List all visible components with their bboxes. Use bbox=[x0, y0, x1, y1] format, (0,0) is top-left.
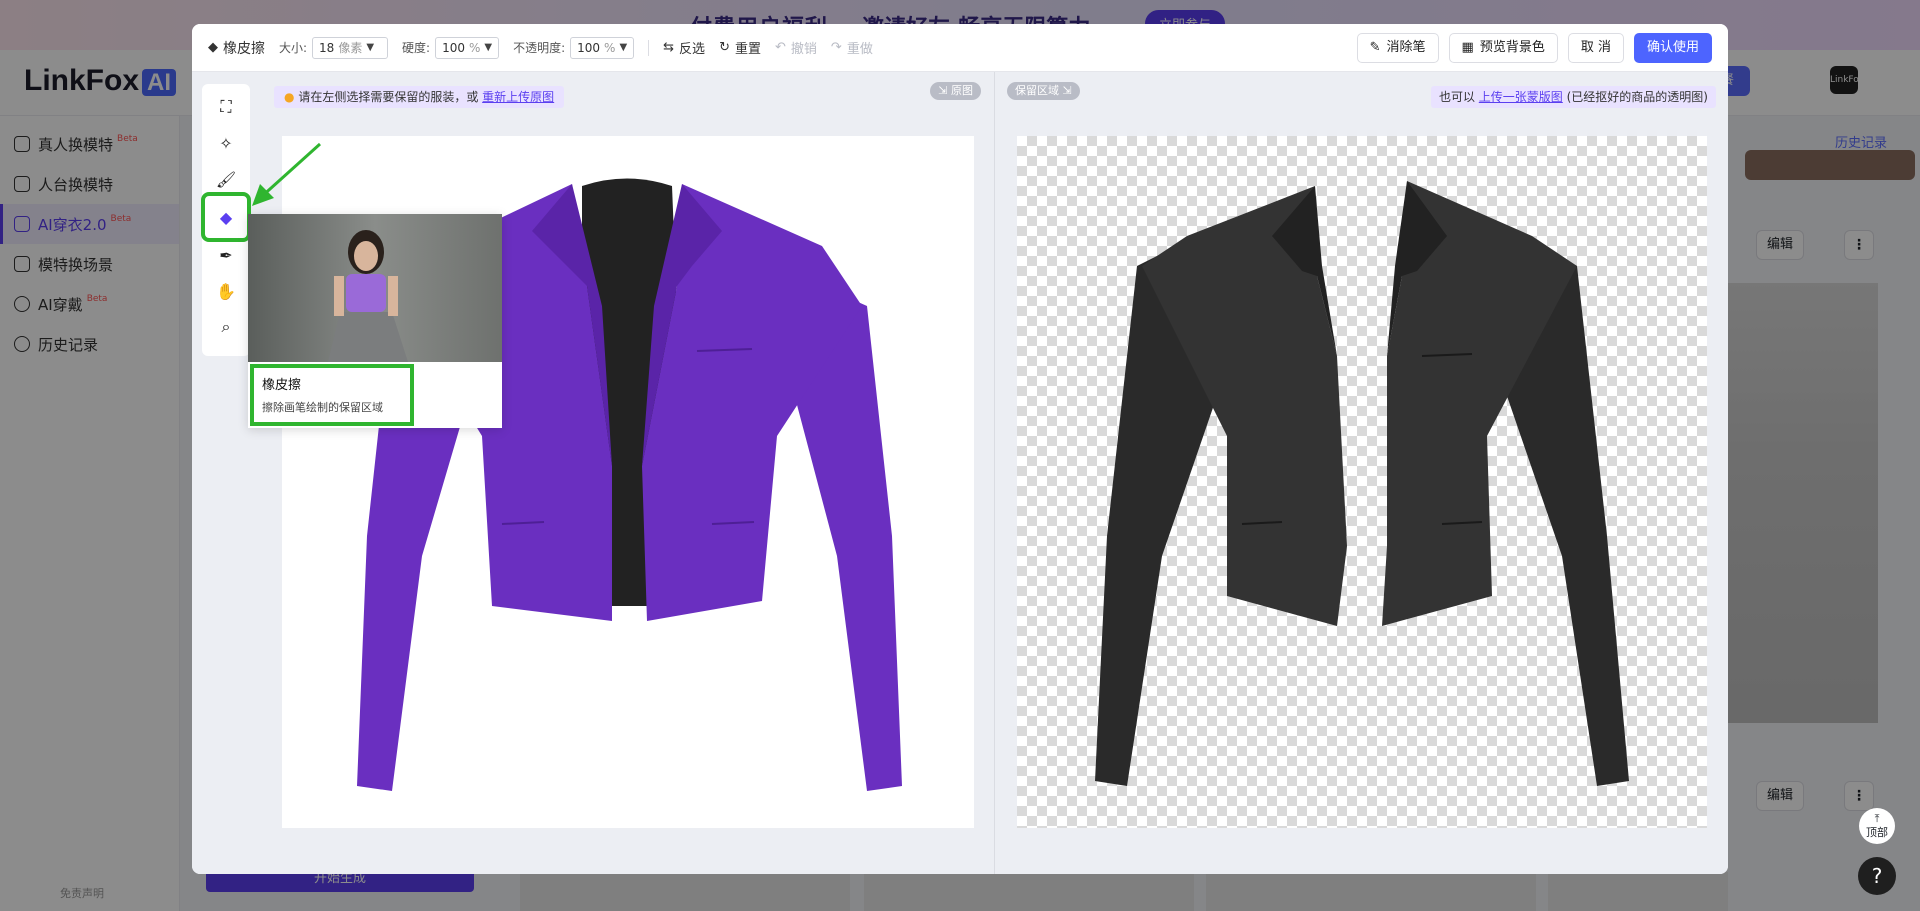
eraser-pen-icon: ✎ bbox=[1369, 40, 1381, 55]
opacity-value: 100 bbox=[577, 40, 601, 55]
magic-wand-icon[interactable]: ✧ bbox=[210, 128, 242, 158]
toolbar-actions: ✎ 消除笔 ▦ 预览背景色 取 消 确认使用 bbox=[1356, 33, 1712, 63]
hardness-control: 硬度: 100 % ▼ bbox=[402, 36, 500, 59]
tooltip-text-box: 橡皮擦 擦除画笔绘制的保留区域 bbox=[250, 364, 414, 426]
confirm-label: 确认使用 bbox=[1646, 40, 1699, 55]
back-to-top-button[interactable]: ⤒ 顶部 bbox=[1859, 808, 1895, 844]
swap-icon: ⇆ bbox=[663, 40, 675, 55]
reupload-link[interactable]: 重新上传原图 bbox=[482, 90, 554, 104]
select-subject-icon[interactable]: ⛶ bbox=[210, 92, 242, 122]
chevron-down-icon: ▼ bbox=[366, 42, 375, 53]
annotation-arrow-icon bbox=[252, 142, 322, 206]
reset-label: 重置 bbox=[734, 42, 761, 57]
opacity-select[interactable]: 100 % ▼ bbox=[570, 36, 635, 59]
eraser-icon: ◆ bbox=[208, 40, 218, 55]
size-unit: 像素 bbox=[338, 41, 363, 55]
black-jacket-cutout-image bbox=[1095, 181, 1629, 786]
editor-toolbar: ◆ 橡皮擦 大小: 18 像素 ▼ 硬度: 100 % ▼ 不透明度: 100 … bbox=[192, 24, 1728, 72]
confirm-button[interactable]: 确认使用 bbox=[1633, 33, 1712, 63]
remove-brush-button[interactable]: ✎ 消除笔 bbox=[1356, 33, 1439, 63]
mask-editor-modal: ◆ 橡皮擦 大小: 18 像素 ▼ 硬度: 100 % ▼ 不透明度: 100 … bbox=[192, 24, 1728, 874]
brush-icon[interactable]: 🖌 bbox=[210, 164, 242, 194]
chevron-down-icon: ▼ bbox=[484, 42, 493, 53]
left-hint: ● 请在左侧选择需要保留的服装，或 重新上传原图 bbox=[274, 86, 565, 108]
mask-pane: 保留区域 ⇲ 也可以 上传一张蒙版图 (已经抠好的商品的透明图) bbox=[994, 72, 1728, 874]
right-hint: 也可以 上传一张蒙版图 (已经抠好的商品的透明图) bbox=[1430, 86, 1716, 108]
right-hint-prefix: 也可以 bbox=[1438, 90, 1475, 104]
preview-bg-button[interactable]: ▦ 预览背景色 bbox=[1448, 33, 1558, 63]
right-hint-suffix: (已经抠好的商品的透明图) bbox=[1566, 90, 1708, 104]
invert-label: 反选 bbox=[679, 42, 706, 57]
zoom-icon[interactable]: ⌕ bbox=[210, 312, 242, 342]
original-tag[interactable]: ⇲ 原图 bbox=[930, 82, 981, 100]
hardness-unit: % bbox=[469, 40, 481, 55]
mask-canvas[interactable] bbox=[1017, 136, 1707, 828]
undo-label: 撤销 bbox=[790, 42, 817, 57]
eraser-icon[interactable]: ◆ bbox=[201, 192, 251, 242]
redo-icon: ↷ bbox=[830, 40, 842, 55]
hand-icon[interactable]: ✋ bbox=[210, 276, 242, 306]
keep-area-tag[interactable]: 保留区域 ⇲ bbox=[1007, 82, 1080, 100]
tool-tooltip: 橡皮擦 擦除画笔绘制的保留区域 bbox=[248, 214, 502, 428]
size-label: 大小: bbox=[279, 41, 308, 55]
invert-button[interactable]: ⇆ 反选 bbox=[663, 38, 705, 57]
chevron-down-icon: ▼ bbox=[619, 42, 628, 53]
opacity-label: 不透明度: bbox=[513, 41, 566, 55]
redo-label: 重做 bbox=[846, 42, 873, 57]
tooltip-description: 擦除画笔绘制的保留区域 bbox=[262, 401, 383, 414]
preview-bg-label: 预览背景色 bbox=[1479, 40, 1545, 55]
reset-button[interactable]: ↻ 重置 bbox=[719, 38, 761, 57]
hardness-select[interactable]: 100 % ▼ bbox=[435, 36, 500, 59]
refresh-icon: ↻ bbox=[719, 40, 730, 55]
original-pane: ● 请在左侧选择需要保留的服装，或 重新上传原图 ⇲ 原图 ⛶ ✧ 🖌 ◆ ✒ … bbox=[192, 72, 993, 874]
tooltip-example-image bbox=[248, 214, 502, 362]
hardness-value: 100 bbox=[442, 40, 465, 55]
left-hint-text: 请在左侧选择需要保留的服装，或 bbox=[298, 90, 479, 104]
opacity-control: 不透明度: 100 % ▼ bbox=[513, 36, 635, 59]
size-control: 大小: 18 像素 ▼ bbox=[279, 36, 389, 59]
keep-area-tag-label: 保留区域 bbox=[1015, 84, 1059, 97]
hardness-label: 硬度: bbox=[402, 41, 431, 55]
undo-button[interactable]: ↶ 撤销 bbox=[775, 38, 817, 57]
help-button[interactable]: ? bbox=[1858, 857, 1896, 895]
collapse-icon: ⇲ bbox=[938, 84, 951, 97]
expand-icon: ⇲ bbox=[1059, 84, 1072, 97]
pen-icon[interactable]: ✒ bbox=[210, 240, 242, 270]
cancel-label: 取 消 bbox=[1580, 40, 1611, 55]
size-value: 18 bbox=[319, 40, 335, 55]
tooltip-title: 橡皮擦 bbox=[262, 378, 302, 393]
checker-icon: ▦ bbox=[1461, 40, 1474, 55]
cancel-button[interactable]: 取 消 bbox=[1567, 33, 1624, 63]
divider bbox=[648, 39, 650, 56]
tool-name: 橡皮擦 bbox=[223, 40, 265, 57]
opacity-unit: % bbox=[604, 40, 616, 55]
redo-button[interactable]: ↷ 重做 bbox=[831, 38, 873, 57]
original-tag-label: 原图 bbox=[951, 84, 973, 97]
arrow-up-icon: ⤒ bbox=[1874, 812, 1880, 825]
back-to-top-label: 顶部 bbox=[1866, 826, 1888, 839]
size-select[interactable]: 18 像素 ▼ bbox=[312, 36, 389, 59]
upload-mask-link[interactable]: 上传一张蒙版图 bbox=[1479, 90, 1563, 104]
tool-palette: ⛶ ✧ 🖌 ◆ ✒ ✋ ⌕ bbox=[201, 84, 251, 356]
current-tool: ◆ 橡皮擦 bbox=[208, 38, 265, 58]
lightbulb-icon: ● bbox=[284, 90, 295, 104]
remove-brush-label: 消除笔 bbox=[1386, 40, 1426, 55]
undo-icon: ↶ bbox=[774, 40, 786, 55]
